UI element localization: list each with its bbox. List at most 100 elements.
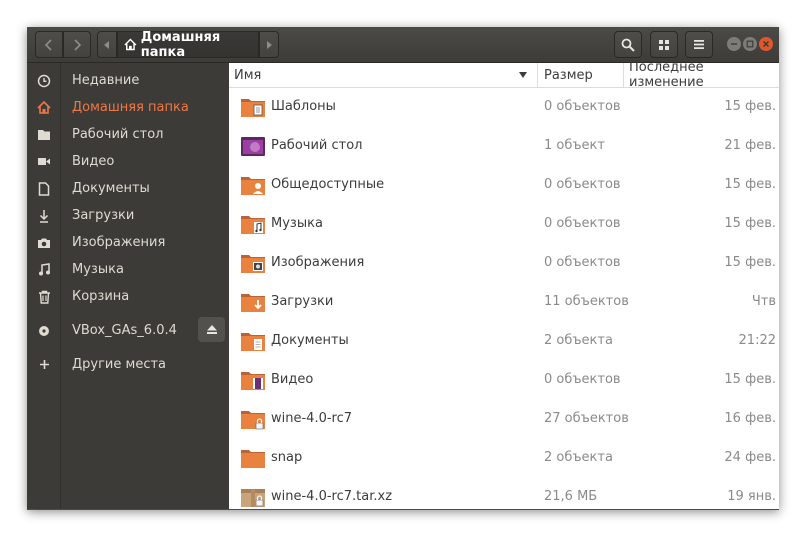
- sidebar-item-label: Изображения: [72, 235, 166, 250]
- videos-folder-icon: [241, 372, 265, 390]
- templates-folder-icon: [241, 99, 265, 117]
- maximize-button[interactable]: [743, 37, 757, 51]
- file-name: Музыка: [271, 216, 323, 231]
- file-size: 0 объектов: [544, 255, 621, 270]
- file-modified: 16 фев.: [724, 411, 776, 426]
- sidebar-item-downloads[interactable]: Загрузки: [27, 202, 229, 229]
- file-modified: 15 фев.: [724, 255, 776, 270]
- view-mode-button[interactable]: [650, 31, 678, 58]
- file-row[interactable]: wine-4.0-rc7.tar.xz 21,6 МБ 19 янв.: [229, 477, 779, 509]
- sidebar-item-home[interactable]: Домашняя папка: [27, 94, 229, 121]
- path-home-button[interactable]: Домашняя папка: [117, 29, 259, 60]
- trash-icon: [27, 290, 61, 304]
- file-modified: 15 фев.: [724, 372, 776, 387]
- column-label: Размер: [544, 67, 593, 83]
- file-name: Общедоступные: [271, 177, 385, 192]
- file-modified: 15 фев.: [724, 177, 776, 192]
- eject-button[interactable]: [198, 317, 225, 342]
- download-icon: [27, 209, 61, 223]
- file-modified: 19 янв.: [727, 489, 776, 504]
- file-name: Видео: [271, 372, 314, 387]
- file-name: Шаблоны: [271, 99, 336, 114]
- sidebar-item-other-locations[interactable]: Другие места: [27, 351, 229, 378]
- search-button[interactable]: [614, 31, 642, 58]
- sidebar-item-music[interactable]: Музыка: [27, 256, 229, 283]
- sidebar-item-label: Музыка: [72, 262, 124, 277]
- triangle-right-icon: [267, 40, 272, 49]
- file-row[interactable]: Документы 2 объекта 21:22: [229, 321, 779, 360]
- minimize-button[interactable]: [727, 37, 741, 51]
- folder-icon: [27, 129, 61, 141]
- sidebar-item-label: VBox_GAs_6.0.4: [72, 323, 177, 338]
- sidebar-item-label: Домашняя папка: [72, 100, 189, 115]
- sidebar-item-vbox-drive[interactable]: VBox_GAs_6.0.4: [27, 317, 197, 344]
- back-button[interactable]: [35, 31, 63, 58]
- sidebar: Недавние Домашняя папка Рабочий стол Вид…: [27, 63, 229, 509]
- path-scroll-right-button[interactable]: [259, 31, 279, 58]
- document-icon: [27, 181, 61, 196]
- search-icon: [621, 38, 635, 52]
- camera-icon: [27, 237, 61, 249]
- file-row[interactable]: Рабочий стол 1 объект 21 фев.: [229, 126, 779, 165]
- sidebar-item-label: Загрузки: [72, 208, 135, 223]
- public-folder-icon: [241, 177, 265, 195]
- file-name: wine-4.0-rc7.tar.xz: [271, 489, 393, 504]
- music-icon: [27, 263, 61, 276]
- file-manager-window: Домашняя папка Недавние Домашняя папка Р…: [27, 27, 779, 510]
- column-label: Последнее изменение: [629, 60, 704, 90]
- file-modified: 15 фев.: [724, 99, 776, 114]
- sidebar-item-documents[interactable]: Документы: [27, 175, 229, 202]
- menu-button[interactable]: [685, 31, 713, 58]
- archive-icon: [241, 489, 265, 507]
- file-name: Загрузки: [271, 294, 334, 309]
- file-list: Имя Размер Последнее изменение Шаблоны 0…: [229, 60, 779, 509]
- sidebar-item-pictures[interactable]: Изображения: [27, 229, 229, 256]
- file-row[interactable]: Загрузки 11 объектов Чтв: [229, 282, 779, 321]
- column-name-header[interactable]: Имя: [229, 63, 538, 87]
- locked-folder-icon: [241, 411, 265, 430]
- file-modified: 21:22: [738, 333, 776, 348]
- file-row[interactable]: Шаблоны 0 объектов 15 фев.: [229, 87, 779, 126]
- file-row[interactable]: wine-4.0-rc7 27 объектов 16 фев.: [229, 399, 779, 438]
- documents-folder-icon: [241, 333, 265, 351]
- file-size: 11 объектов: [544, 294, 629, 309]
- file-size: 0 объектов: [544, 177, 621, 192]
- file-size: 0 объектов: [544, 372, 621, 387]
- file-name: Изображения: [271, 255, 365, 270]
- sidebar-item-label: Корзина: [72, 289, 130, 304]
- sidebar-item-videos[interactable]: Видео: [27, 148, 229, 175]
- column-modified-header[interactable]: Последнее изменение: [624, 60, 779, 90]
- close-button[interactable]: [759, 37, 773, 51]
- disc-icon: [27, 325, 61, 337]
- minimize-icon: [731, 43, 737, 45]
- home-icon: [124, 38, 137, 51]
- forward-button[interactable]: [63, 31, 91, 58]
- plus-icon: [27, 359, 61, 370]
- column-header: Имя Размер Последнее изменение: [229, 60, 779, 90]
- folder-icon: [241, 450, 265, 468]
- file-size: 1 объект: [544, 138, 605, 153]
- hamburger-menu-icon: [694, 40, 704, 49]
- file-size: 2 объекта: [544, 333, 613, 348]
- file-size: 21,6 МБ: [544, 489, 598, 504]
- column-size-header[interactable]: Размер: [538, 63, 624, 87]
- sidebar-item-recent[interactable]: Недавние: [27, 67, 229, 94]
- file-modified: 15 фев.: [724, 216, 776, 231]
- sort-down-icon: [519, 72, 527, 78]
- sidebar-item-label: Недавние: [72, 73, 140, 88]
- path-scroll-left-button[interactable]: [97, 31, 117, 58]
- path-label: Домашняя папка: [140, 29, 221, 60]
- file-row[interactable]: Изображения 0 объектов 15 фев.: [229, 243, 779, 282]
- sidebar-icon-divider: [60, 63, 61, 509]
- file-size: 0 объектов: [544, 99, 621, 114]
- file-name: wine-4.0-rc7: [271, 411, 353, 426]
- file-row[interactable]: snap 2 объекта 24 фев.: [229, 438, 779, 477]
- sidebar-item-trash[interactable]: Корзина: [27, 283, 229, 310]
- sidebar-item-desktop[interactable]: Рабочий стол: [27, 121, 229, 148]
- chevron-right-icon: [74, 38, 82, 51]
- file-row[interactable]: Общедоступные 0 объектов 15 фев.: [229, 165, 779, 204]
- file-row[interactable]: Музыка 0 объектов 15 фев.: [229, 204, 779, 243]
- desktop-folder-icon: [241, 137, 265, 156]
- file-row[interactable]: Видео 0 объектов 15 фев.: [229, 360, 779, 399]
- sidebar-item-label: Другие места: [72, 357, 167, 372]
